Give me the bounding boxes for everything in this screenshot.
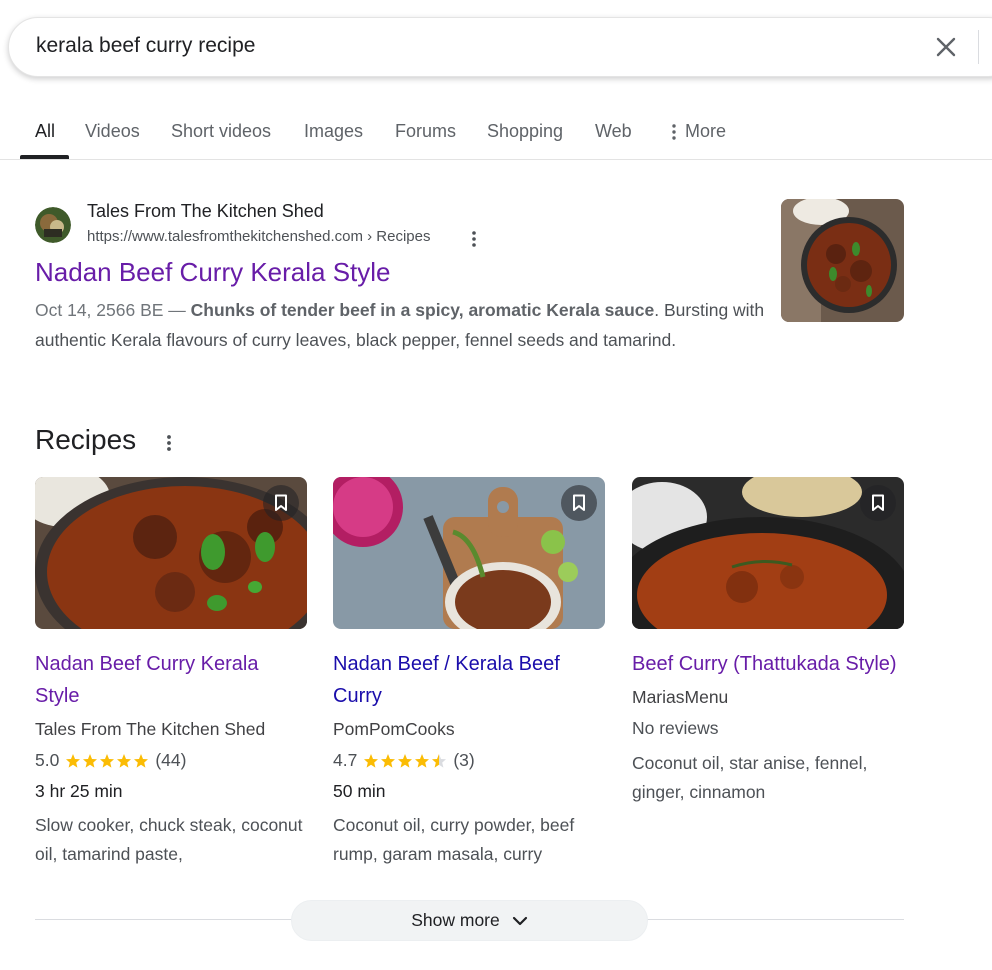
- close-icon[interactable]: [931, 32, 961, 62]
- tab-images[interactable]: Images: [304, 121, 363, 142]
- result-title-link[interactable]: Nadan Beef Curry Kerala Style: [35, 257, 391, 288]
- rating-value: 5.0: [35, 750, 60, 770]
- recipe-card[interactable]: Nadan Beef / Kerala Beef Curry PomPomCoo…: [333, 477, 605, 869]
- site-favicon[interactable]: [35, 207, 71, 243]
- more-vert-icon[interactable]: [163, 432, 175, 454]
- tab-more-label: More: [685, 121, 727, 141]
- search-input[interactable]: kerala beef curry recipe: [36, 34, 255, 58]
- review-count: (44): [155, 750, 187, 770]
- search-tabs: All Videos Short videos Images Forums Sh…: [0, 112, 992, 160]
- search-divider: [978, 30, 979, 64]
- result-date: Oct 14, 2566 BE —: [35, 300, 186, 320]
- review-count: (3): [453, 750, 475, 770]
- recipe-no-reviews: No reviews: [632, 718, 719, 738]
- recipe-time: 50 min: [333, 781, 386, 801]
- recipe-card[interactable]: Nadan Beef Curry Kerala Style Tales From…: [35, 477, 307, 869]
- recipe-image[interactable]: [632, 477, 904, 629]
- result-snippet: Oct 14, 2566 BE — Chunks of tender beef …: [35, 296, 765, 355]
- active-tab-indicator: [20, 155, 69, 159]
- search-bar[interactable]: kerala beef curry recipe: [8, 17, 992, 77]
- recipe-image[interactable]: [35, 477, 307, 629]
- star-rating: [65, 753, 149, 769]
- recipe-card[interactable]: Beef Curry (Thattukada Style) MariasMenu…: [632, 477, 904, 807]
- recipes-heading: Recipes: [35, 424, 137, 455]
- tab-web[interactable]: Web: [595, 121, 632, 142]
- star-rating: [363, 753, 447, 769]
- recipe-title-link[interactable]: Beef Curry (Thattukada Style): [632, 648, 904, 680]
- star-icon: [66, 753, 81, 768]
- result-thumbnail[interactable]: [781, 199, 904, 322]
- recipe-rating: 4.7 (3): [333, 750, 605, 771]
- snippet-highlight: Chunks of tender beef in a spicy, aromat…: [190, 300, 655, 320]
- more-vert-icon: [672, 124, 676, 140]
- chevron-down-icon: [512, 916, 527, 925]
- recipe-source: MariasMenu: [632, 687, 729, 707]
- rating-value: 4.7: [333, 750, 358, 770]
- star-icon: [117, 753, 132, 768]
- save-recipe-button[interactable]: [263, 485, 299, 521]
- bookmark-icon: [872, 494, 884, 511]
- bookmark-icon: [275, 494, 287, 511]
- recipe-title-link[interactable]: Nadan Beef Curry Kerala Style: [35, 648, 307, 712]
- tab-all[interactable]: All: [35, 121, 55, 142]
- tab-short-videos[interactable]: Short videos: [171, 121, 271, 142]
- recipe-ingredients: Slow cooker, chuck steak, coconut oil, t…: [35, 815, 303, 864]
- show-more-button[interactable]: Show more: [291, 900, 648, 941]
- tab-shopping[interactable]: Shopping: [487, 121, 563, 142]
- recipe-ingredients: Coconut oil, star anise, fennel, ginger,…: [632, 753, 868, 802]
- star-icon: [134, 753, 149, 768]
- star-icon: [364, 753, 379, 768]
- star-icon: [415, 753, 430, 768]
- show-more-label: Show more: [411, 910, 500, 930]
- recipe-time: 3 hr 25 min: [35, 781, 123, 801]
- star-icon: [398, 753, 413, 768]
- star-icon: [432, 753, 447, 768]
- recipe-source: PomPomCooks: [333, 719, 455, 739]
- tab-more[interactable]: More: [671, 121, 726, 142]
- save-recipe-button[interactable]: [860, 485, 896, 521]
- site-name[interactable]: Tales From The Kitchen Shed: [87, 201, 324, 222]
- recipe-rating: 5.0 (44): [35, 750, 307, 771]
- star-icon: [100, 753, 115, 768]
- bookmark-icon: [573, 494, 585, 511]
- star-icon: [83, 753, 98, 768]
- recipe-title-link[interactable]: Nadan Beef / Kerala Beef Curry: [333, 648, 605, 712]
- site-url[interactable]: https://www.talesfromthekitchenshed.com …: [87, 228, 430, 245]
- more-vert-icon[interactable]: [468, 229, 480, 249]
- recipe-source: Tales From The Kitchen Shed: [35, 719, 266, 739]
- tab-forums[interactable]: Forums: [395, 121, 456, 142]
- tab-videos[interactable]: Videos: [85, 121, 140, 142]
- save-recipe-button[interactable]: [561, 485, 597, 521]
- recipe-image[interactable]: [333, 477, 605, 629]
- star-icon: [381, 753, 396, 768]
- recipe-ingredients: Coconut oil, curry powder, beef rump, ga…: [333, 815, 575, 864]
